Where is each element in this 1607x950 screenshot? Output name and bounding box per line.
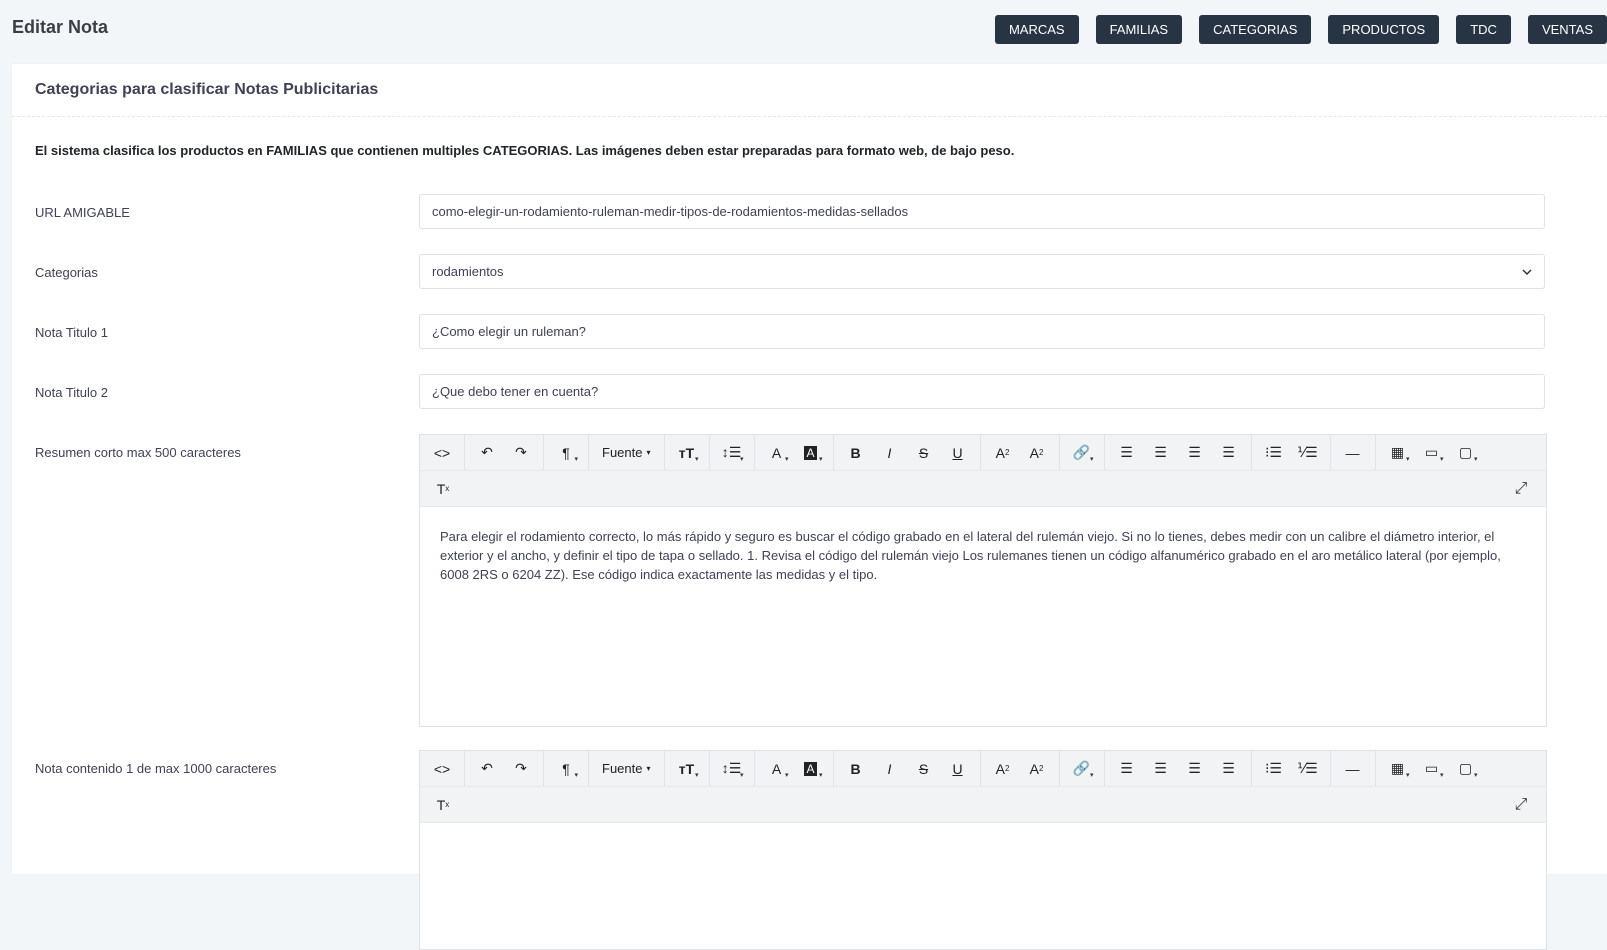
resumen-label: Resumen corto max 500 caracteres [35,445,241,460]
italic-icon[interactable]: I [873,435,907,470]
bullet-list-icon[interactable]: ⁝☰ [1257,751,1291,786]
font-color-icon[interactable]: A ▾ [760,435,794,470]
resumen-editor: <> ↶ ↷ ¶ ▾ Fuente ▾ тT ▾ ↕☰ ▾ A ▾ A ▾ B I S U … [419,434,1547,727]
contenido1-editor: <> ↶ ↷ ¶ ▾ Fuente ▾ тT ▾ ↕☰ ▾ A ▾ A ▾ B I S U … [419,750,1547,950]
nav-marcas-button[interactable]: MARCAS [994,15,1079,44]
contenido1-label: Nota contenido 1 de max 1000 caracteres [35,761,277,776]
undo-icon[interactable]: ↶ [470,435,504,470]
card-header: Categorias para clasificar Notas Publici… [12,64,1607,117]
titulo2-label: Nota Titulo 2 [35,385,108,400]
horizontal-rule-icon[interactable]: — [1336,751,1370,786]
paragraph-icon[interactable]: ¶ ▾ [549,751,583,786]
nav-productos-button[interactable]: PRODUCTOS [1328,15,1440,44]
nav-ventas-button[interactable]: VENTAS [1527,15,1607,44]
underline-icon[interactable]: U [941,751,975,786]
editor-toolbar: <> ↶ ↷ ¶ ▾ Fuente ▾ тT ▾ ↕☰ ▾ A ▾ A ▾ B I S U … [420,435,1546,471]
chevron-down-icon [1522,269,1532,276]
strikethrough-icon[interactable]: S [907,751,941,786]
intro-text: El sistema clasifica los productos en FA… [35,143,1015,158]
titulo1-input[interactable]: ¿Como elegir un ruleman? [419,314,1545,349]
form-card: Categorias para clasificar Notas Publici… [12,64,1607,950]
card-title: Categorias para clasificar Notas Publici… [35,81,379,98]
image-icon[interactable]: ▭ ▾ [1415,435,1449,470]
font-dropdown-label: Fuente [602,445,643,460]
bold-icon[interactable]: B [839,751,873,786]
image-icon[interactable]: ▭ ▾ [1415,751,1449,786]
editor-toolbar-row2: Tx ⤢ [420,471,1546,507]
superscript-icon[interactable]: A2 [986,751,1020,786]
align-center-icon[interactable]: ☰ [1144,435,1178,470]
strikethrough-icon[interactable]: S [907,435,941,470]
horizontal-rule-icon[interactable]: — [1336,435,1370,470]
line-height-icon[interactable]: ↕☰ ▾ [715,751,749,786]
highlight-color-icon[interactable]: A ▾ [794,751,828,786]
align-left-icon[interactable]: ☰ [1110,435,1144,470]
font-dropdown[interactable]: Fuente ▾ [594,435,659,470]
url-input[interactable]: como-elegir-un-rodamiento-ruleman-medir-… [419,194,1545,229]
underline-icon[interactable]: U [941,435,975,470]
video-icon[interactable]: ▢ ▾ [1449,435,1483,470]
paragraph-icon[interactable]: ¶ ▾ [549,435,583,470]
editor-toolbar-row2: Tx ⤢ [420,787,1546,823]
nav-familias-button[interactable]: FAMILIAS [1095,15,1183,44]
url-label: URL AMIGABLE [35,205,130,220]
contenido1-content[interactable] [420,823,1546,863]
numbered-list-icon[interactable]: ⅟☰ [1291,751,1325,786]
align-left-icon[interactable]: ☰ [1110,751,1144,786]
align-center-icon[interactable]: ☰ [1144,751,1178,786]
link-icon[interactable]: 🔗 ▾ [1065,751,1099,786]
italic-icon[interactable]: I [873,751,907,786]
align-right-icon[interactable]: ☰ [1178,751,1212,786]
resumen-content[interactable]: Para elegir el rodamiento correcto, lo m… [420,507,1546,604]
top-bar: Editar Nota MARCAS FAMILIAS CATEGORIAS P… [0,0,1607,58]
nav-tdc-button[interactable]: TDC [1456,15,1511,44]
bold-icon[interactable]: B [839,435,873,470]
categoria-select[interactable]: rodamientos [419,254,1545,289]
code-view-icon[interactable]: <> [425,751,459,786]
undo-icon[interactable]: ↶ [470,751,504,786]
code-view-icon[interactable]: <> [425,435,459,470]
categoria-selected-value: rodamientos [432,264,504,279]
numbered-list-icon[interactable]: ⅟☰ [1291,435,1325,470]
align-justify-icon[interactable]: ☰ [1212,435,1246,470]
titulo1-label: Nota Titulo 1 [35,325,108,340]
table-icon[interactable]: ▦ ▾ [1381,751,1415,786]
font-size-icon[interactable]: тT ▾ [670,751,704,786]
font-color-icon[interactable]: A ▾ [760,751,794,786]
categoria-label: Categorias [35,265,98,280]
highlight-color-icon[interactable]: A ▾ [794,435,828,470]
line-height-icon[interactable]: ↕☰ ▾ [715,435,749,470]
superscript-icon[interactable]: A2 [986,435,1020,470]
editor-toolbar: <> ↶ ↷ ¶ ▾ Fuente ▾ тT ▾ ↕☰ ▾ A ▾ A ▾ B I S U … [420,751,1546,787]
bullet-list-icon[interactable]: ⁝☰ [1257,435,1291,470]
page-title: Editar Nota [12,17,109,37]
redo-icon[interactable]: ↷ [504,751,538,786]
subscript-icon[interactable]: A2 [1020,435,1054,470]
align-right-icon[interactable]: ☰ [1178,435,1212,470]
clear-format-icon[interactable]: Tx [426,787,460,822]
link-icon[interactable]: 🔗 ▾ [1065,435,1099,470]
font-dropdown[interactable]: Fuente ▾ [594,751,659,786]
fullscreen-icon[interactable]: ⤢ [1504,787,1538,822]
fullscreen-icon[interactable]: ⤢ [1504,471,1538,506]
titulo2-input[interactable]: ¿Que debo tener en cuenta? [419,374,1545,409]
video-icon[interactable]: ▢ ▾ [1449,751,1483,786]
table-icon[interactable]: ▦ ▾ [1381,435,1415,470]
redo-icon[interactable]: ↷ [504,435,538,470]
nav-buttons: MARCAS FAMILIAS CATEGORIAS PRODUCTOS TDC… [994,15,1607,44]
clear-format-icon[interactable]: Tx [426,471,460,506]
subscript-icon[interactable]: A2 [1020,751,1054,786]
font-dropdown-label: Fuente [602,761,643,776]
align-justify-icon[interactable]: ☰ [1212,751,1246,786]
font-size-icon[interactable]: тT ▾ [670,435,704,470]
nav-categorias-button[interactable]: CATEGORIAS [1199,15,1312,44]
